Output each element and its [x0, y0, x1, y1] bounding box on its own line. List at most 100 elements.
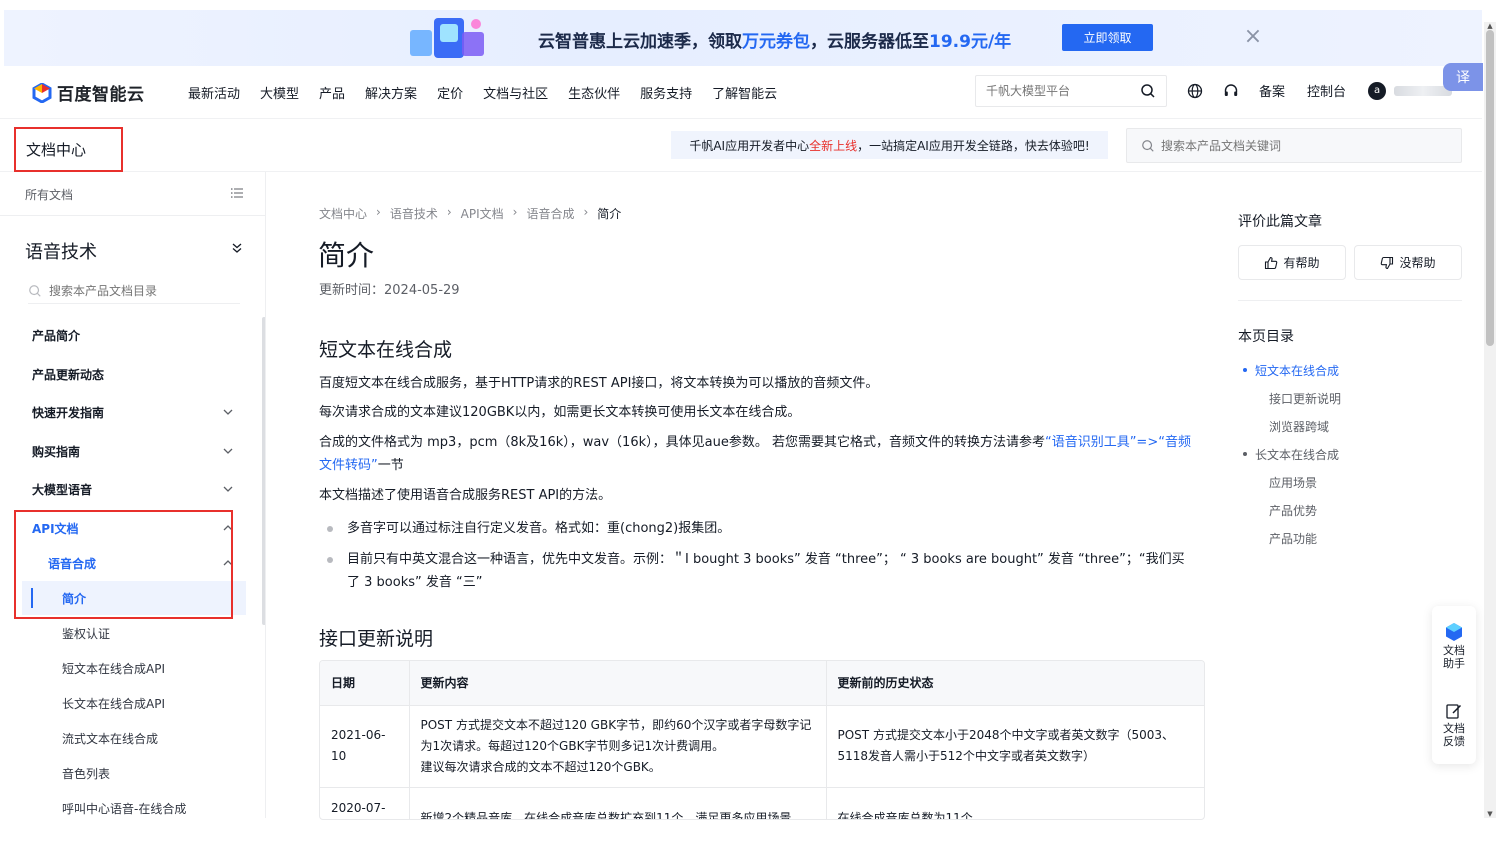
- double-chevron-down-icon[interactable]: [231, 242, 243, 254]
- table-row: 2020-07-21 新增2个精品音库，在线合成音库总数扩充到11个，满足更多应…: [320, 787, 1204, 819]
- breadcrumb-api[interactable]: API文档: [461, 205, 504, 222]
- list-icon[interactable]: [231, 187, 243, 199]
- breadcrumb-voice[interactable]: 语音技术: [390, 205, 438, 222]
- scroll-up-icon[interactable]: ▲: [1486, 22, 1494, 30]
- search-icon: [1142, 139, 1154, 152]
- page-title: 简介: [318, 239, 375, 272]
- claim-now-button[interactable]: 立即领取: [1062, 24, 1153, 51]
- page-scrollbar[interactable]: ▲ ▼: [1484, 22, 1496, 818]
- notice-bar[interactable]: 千帆AI应用开发者中心 全新上线 ，一站搞定AI应用开发全链路，快去体验吧!: [671, 131, 1108, 159]
- sidebar-search[interactable]: [28, 278, 240, 304]
- nav-link-pricing[interactable]: 定价: [437, 83, 463, 102]
- nav-link-activities[interactable]: 最新活动: [188, 83, 240, 102]
- edit-icon: [1446, 704, 1462, 719]
- helpful-button[interactable]: 有帮助: [1238, 245, 1346, 280]
- doc-subheader: 文档中心 千帆AI应用开发者中心 全新上线 ，一站搞定AI应用开发全链路，快去体验吧…: [0, 118, 1482, 172]
- chevron-down-icon[interactable]: [222, 483, 234, 495]
- update-table: 日期 更新内容 更新前的历史状态 2021-06-10 POST 方式提交文本不…: [319, 660, 1205, 820]
- divider: [1238, 300, 1462, 301]
- table-header: 更新前的历史状态: [826, 661, 1204, 706]
- toc-item[interactable]: 产品优势: [1269, 502, 1317, 519]
- brand-logo[interactable]: 百度智能云: [32, 80, 145, 105]
- toc-bullet-icon: [1243, 368, 1247, 372]
- sidebar-scrollbar[interactable]: [262, 317, 265, 625]
- breadcrumb: 文档中心 › 语音技术 › API文档 › 语音合成 › 简介: [319, 205, 622, 222]
- record-link[interactable]: 备案: [1259, 81, 1285, 100]
- bullet-icon: [327, 557, 333, 563]
- avatar[interactable]: a: [1368, 81, 1387, 100]
- nav-link-solutions[interactable]: 解决方案: [365, 83, 417, 102]
- paragraph: 合成的文件格式为 mp3，pcm（8k及16k），wav（16k），具体见aue…: [319, 435, 1191, 473]
- sidebar-search-input[interactable]: [49, 283, 229, 298]
- sidebar-item-intro[interactable]: 产品简介: [32, 327, 80, 344]
- close-icon[interactable]: ×: [1242, 26, 1264, 48]
- nav-link-llm[interactable]: 大模型: [260, 83, 299, 102]
- sidebar-item-quickstart[interactable]: 快速开发指南: [32, 404, 104, 421]
- nav-link-partners[interactable]: 生态伙伴: [568, 83, 620, 102]
- not-helpful-label: 没帮助: [1399, 256, 1436, 270]
- nav-link-products[interactable]: 产品: [319, 83, 345, 102]
- assistant-icon: [1446, 623, 1462, 641]
- chevron-down-icon[interactable]: [222, 445, 234, 457]
- sidebar-item-llm-voice[interactable]: 大模型语音: [32, 481, 92, 498]
- paragraph: 每次请求合成的文本建议120GBK以内，如需更长文本转换可使用长文本在线合成。: [319, 405, 801, 420]
- search-icon: [29, 284, 41, 297]
- table-cell: 在线合成音库总数为11个: [826, 787, 1204, 819]
- sidebar-item-voice-list[interactable]: 音色列表: [62, 765, 110, 782]
- floating-toolbox: 文档助手 文档反馈: [1432, 606, 1476, 764]
- nav-link-support[interactable]: 服务支持: [640, 83, 692, 102]
- translate-button[interactable]: 译: [1443, 63, 1483, 91]
- sidebar-item-stream-tts[interactable]: 流式文本在线合成: [62, 730, 158, 747]
- bullet-text: 多音字可以通过标注自行定义发音。格式如：重(chong2)报集团。: [347, 521, 731, 536]
- table-header: 日期: [320, 661, 410, 706]
- table-cell: POST 方式提交文本小于2048个中文字或者英文数字（5003、5118发音人…: [826, 705, 1204, 788]
- toc-title: 本页目录: [1238, 329, 1294, 345]
- toc-item[interactable]: 接口更新说明: [1269, 390, 1341, 407]
- sidebar-item-long-text-api[interactable]: 长文本在线合成API: [62, 695, 165, 712]
- sidebar-item-short-text-api[interactable]: 短文本在线合成API: [62, 660, 165, 677]
- doc-center-title[interactable]: 文档中心: [14, 127, 123, 172]
- banner-headline: 云智普惠上云加速季，领取万元券包，云服务器低至19.9元/年: [538, 32, 1012, 52]
- doc-assistant-button[interactable]: 文档助手: [1432, 622, 1476, 670]
- not-helpful-button[interactable]: 没帮助: [1354, 245, 1462, 280]
- rate-title: 评价此篇文章: [1238, 214, 1322, 230]
- headset-icon[interactable]: [1223, 83, 1239, 99]
- paragraph: 本文档描述了使用语音合成服务REST API的方法。: [319, 488, 612, 503]
- paragraph: 百度短文本在线合成服务，基于HTTP请求的REST API接口，将文本转换为可以…: [319, 376, 879, 391]
- product-title: 语音技术: [25, 242, 97, 263]
- search-icon[interactable]: [1140, 83, 1156, 99]
- scrollbar-thumb[interactable]: [1486, 30, 1494, 346]
- section-heading-api-updates: 接口更新说明: [319, 628, 434, 650]
- chevron-down-icon[interactable]: [222, 406, 234, 418]
- breadcrumb-doc-center[interactable]: 文档中心: [319, 205, 367, 222]
- toc-item[interactable]: 应用场景: [1269, 474, 1317, 491]
- toc-item[interactable]: 产品功能: [1269, 530, 1317, 547]
- bullet-text: 目前只有中英文混合这一种语言，优先中文发音。示例：＂I bought 3 boo…: [347, 552, 1185, 590]
- breadcrumb-tts[interactable]: 语音合成: [526, 205, 574, 222]
- table-header: 更新内容: [409, 661, 827, 706]
- table-row: 2021-06-10 POST 方式提交文本不超过120 GBK字节，即约60个…: [320, 705, 1204, 788]
- sidebar-item-callcenter-tts[interactable]: 呼叫中心语音-在线合成: [62, 800, 186, 817]
- nav-link-about[interactable]: 了解智能云: [712, 83, 777, 102]
- doc-search[interactable]: [1126, 128, 1462, 163]
- assistant-label: 文档助手: [1443, 644, 1465, 670]
- toc-item[interactable]: 短文本在线合成: [1255, 362, 1339, 379]
- sidebar-item-auth[interactable]: 鉴权认证: [62, 625, 110, 642]
- toc-item[interactable]: 长文本在线合成: [1255, 446, 1339, 463]
- nav-search[interactable]: [975, 75, 1167, 107]
- all-docs-link[interactable]: 所有文档: [25, 186, 73, 203]
- doc-feedback-button[interactable]: 文档反馈: [1432, 702, 1476, 748]
- nav-link-docs[interactable]: 文档与社区: [483, 83, 548, 102]
- toc-item[interactable]: 浏览器跨域: [1269, 418, 1329, 435]
- nav-search-input[interactable]: [976, 76, 1126, 106]
- sidebar-item-updates[interactable]: 产品更新动态: [32, 366, 104, 383]
- scroll-down-icon[interactable]: ▼: [1486, 810, 1494, 818]
- nav-utilities: 备案 控制台 a: [1187, 81, 1453, 100]
- console-link[interactable]: 控制台: [1307, 81, 1346, 100]
- globe-icon[interactable]: [1187, 83, 1203, 99]
- promo-banner[interactable]: 云智普惠上云加速季，领取万元券包，云服务器低至19.9元/年 立即领取 ×: [4, 10, 1482, 66]
- sidebar-item-purchase[interactable]: 购买指南: [32, 443, 80, 460]
- top-nav: 百度智能云 最新活动 大模型 产品 解决方案 定价 文档与社区 生态伙伴 服务支…: [0, 66, 1482, 118]
- table-cell: 2021-06-10: [320, 705, 410, 788]
- doc-search-input[interactable]: [1161, 138, 1441, 153]
